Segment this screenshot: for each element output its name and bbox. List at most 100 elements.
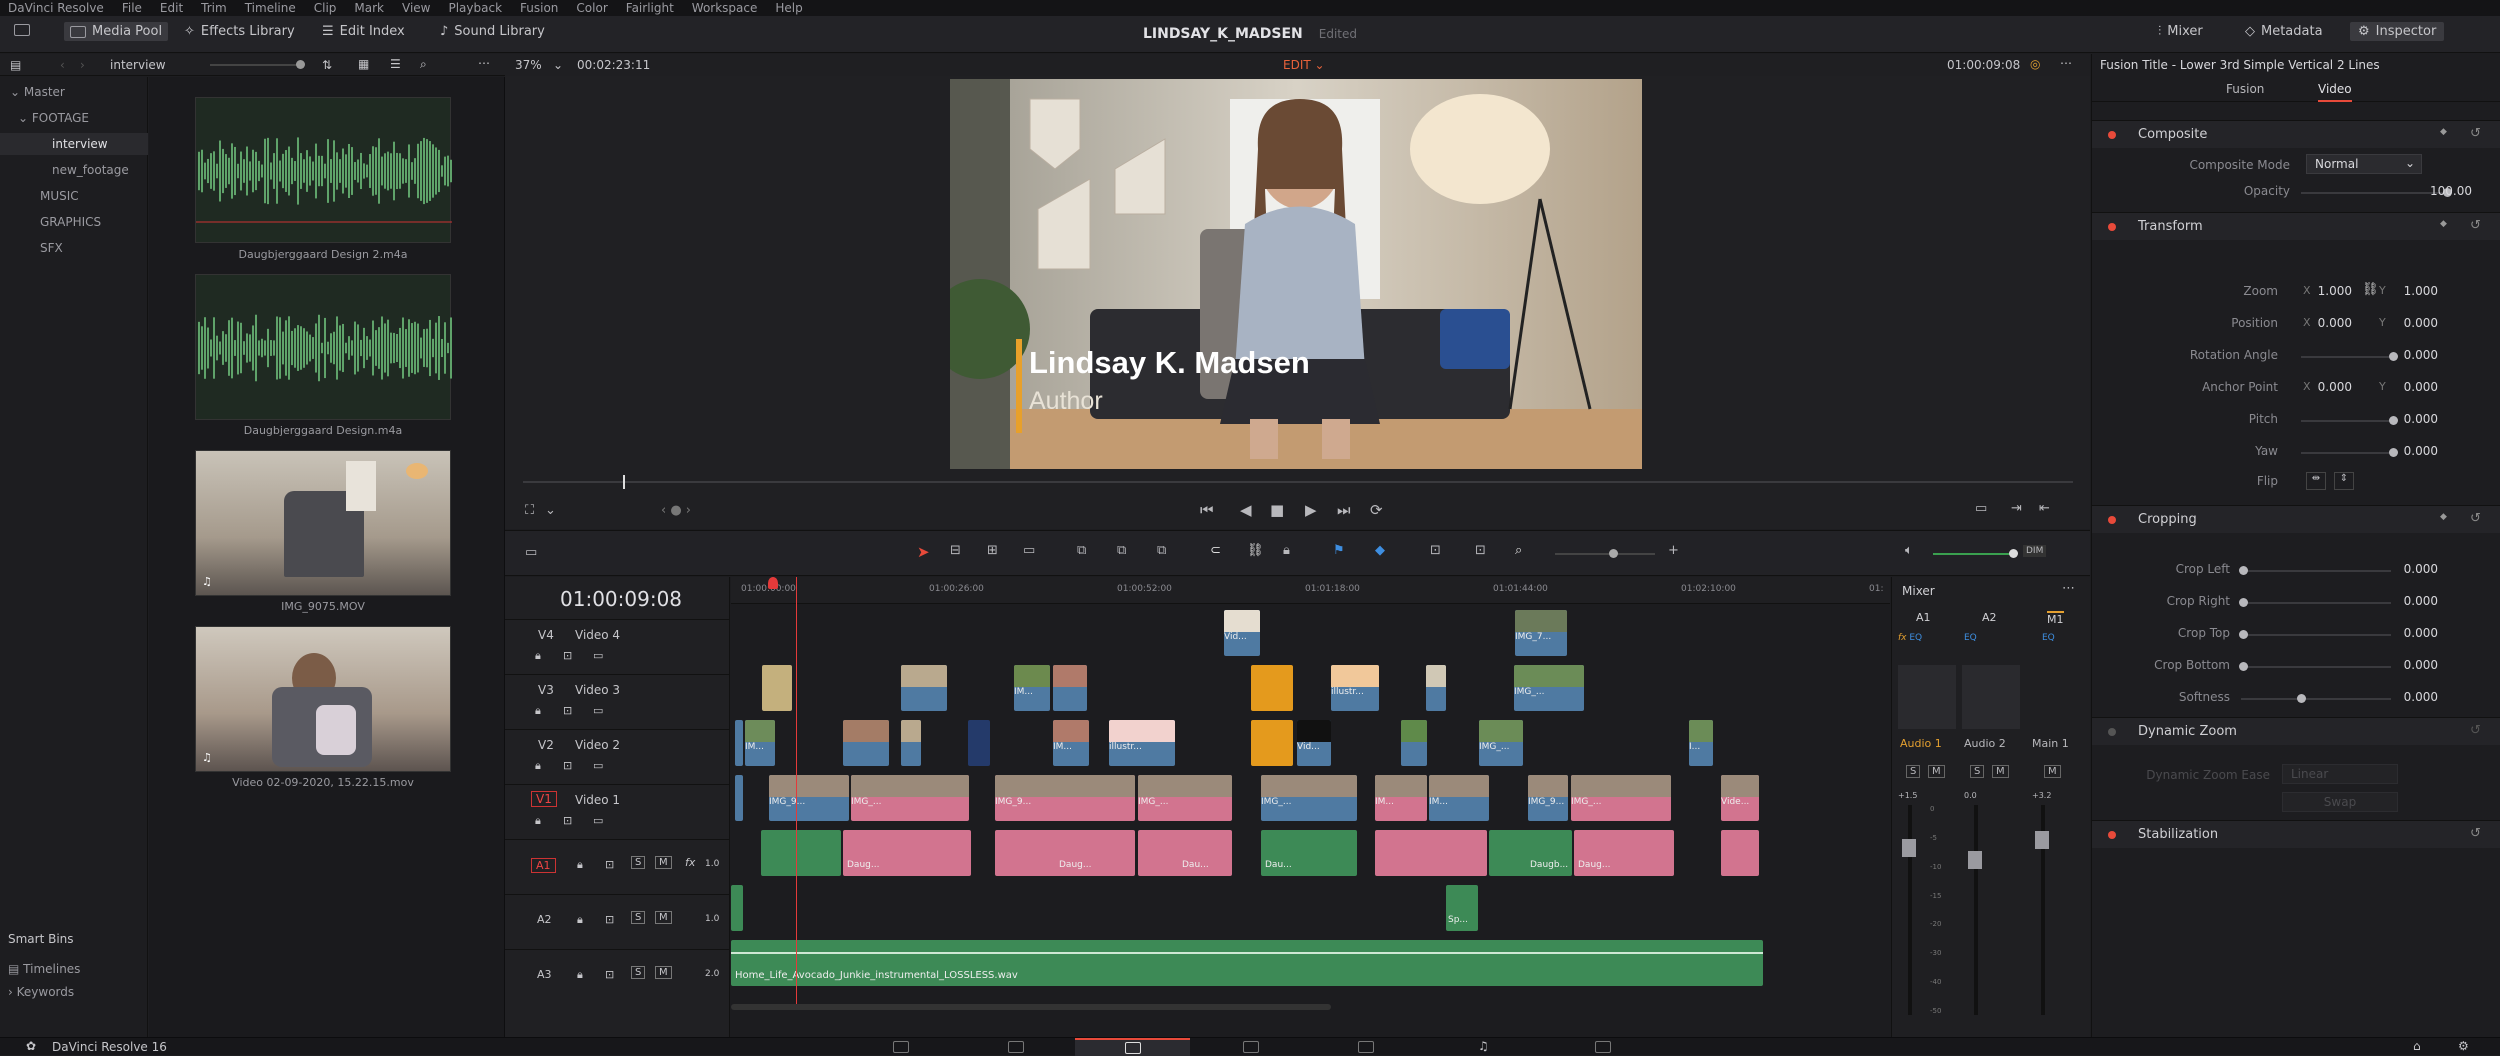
bin-music[interactable]: MUSIC xyxy=(40,189,79,203)
chevron-down-icon[interactable]: ⌄ xyxy=(545,503,556,518)
overwrite-clip-icon[interactable]: ⧉ xyxy=(1117,543,1126,558)
timeline-clip[interactable]: IMG_9... xyxy=(995,775,1135,821)
keyframe-icon[interactable]: ◆ xyxy=(2440,512,2447,522)
crop-bottom-value[interactable]: 0.000 xyxy=(2392,658,2438,672)
menu-clip[interactable]: Clip xyxy=(314,1,337,15)
zoom-custom-icon[interactable]: ⌕ xyxy=(1515,543,1522,558)
bin-sfx[interactable]: SFX xyxy=(40,241,63,255)
enable-toggle[interactable] xyxy=(2108,728,2116,736)
bin-graphics[interactable]: GRAPHICS xyxy=(40,215,101,229)
crop-top-slider[interactable] xyxy=(2239,630,2391,639)
audio-clip[interactable]: Dau... xyxy=(1261,830,1357,876)
flag-icon[interactable]: ⚑ xyxy=(1333,543,1345,558)
search-icon[interactable]: ⌕ xyxy=(420,57,427,72)
menu-fairlight[interactable]: Fairlight xyxy=(626,1,674,15)
sort-icon[interactable]: ⇅ xyxy=(322,58,332,72)
timeline-clip[interactable]: IM... xyxy=(1053,720,1089,766)
timeline-clip[interactable] xyxy=(1426,665,1446,711)
clip-thumbnail[interactable]: ♫ xyxy=(195,626,451,772)
yaw-slider[interactable] xyxy=(2301,448,2398,457)
keyframe-icon[interactable]: ◆ xyxy=(2440,127,2447,137)
options-icon[interactable]: ⋯ xyxy=(478,56,490,70)
disable-track-icon[interactable]: ▭ xyxy=(593,649,603,662)
auto-select-icon[interactable]: ⊡ xyxy=(605,858,614,871)
reset-icon[interactable]: ↺ xyxy=(2470,126,2481,141)
mute-button[interactable]: M xyxy=(655,966,672,979)
solo-button[interactable]: S xyxy=(1970,765,1985,778)
timeline-clip[interactable] xyxy=(1251,665,1293,711)
menu-help[interactable]: Help xyxy=(775,1,802,15)
smart-bin-keywords[interactable]: › Keywords xyxy=(8,985,74,999)
link-icon[interactable]: ⛓ xyxy=(2362,282,2379,297)
audio-clip[interactable]: Daug... xyxy=(1574,830,1674,876)
menu-workspace[interactable]: Workspace xyxy=(692,1,758,15)
crop-left-slider[interactable] xyxy=(2239,566,2391,575)
opacity-value[interactable]: 100.00 xyxy=(2392,184,2472,198)
auto-select-icon[interactable]: ⊡ xyxy=(605,968,614,981)
prev-edit-icon[interactable]: ⇤ xyxy=(2039,501,2050,516)
lock-icon[interactable]: 🔒︎ xyxy=(535,704,541,718)
fairlight-page-icon[interactable]: ♫ xyxy=(1478,1039,1489,1053)
position-x-value[interactable]: 0.000 xyxy=(2306,316,2352,330)
bin-master[interactable]: ⌄ Master xyxy=(10,85,65,99)
disable-track-icon[interactable]: ▭ xyxy=(593,704,603,717)
audio-clip[interactable]: Daugb... xyxy=(1528,830,1572,876)
jog-control[interactable]: ‹ ● › xyxy=(661,503,691,518)
audio-clip[interactable]: Daug... xyxy=(995,830,1135,876)
cut-page-icon[interactable] xyxy=(1008,1041,1024,1053)
zoom-in-icon[interactable]: + xyxy=(1668,543,1679,558)
enable-toggle[interactable] xyxy=(2108,516,2116,524)
auto-select-icon[interactable]: ⊡ xyxy=(563,649,572,662)
thumbnail-size-slider[interactable] xyxy=(210,60,305,69)
timeline-clip[interactable] xyxy=(762,665,792,711)
lock-icon[interactable]: 🔒︎ xyxy=(535,649,541,663)
color-page-icon[interactable] xyxy=(1358,1041,1374,1053)
options-icon[interactable]: ⋯ xyxy=(2060,56,2072,70)
crop-tool-icon[interactable]: ⛶ xyxy=(525,503,534,518)
grid-view-icon[interactable]: ▦ xyxy=(358,57,369,71)
disable-track-icon[interactable]: ▭ xyxy=(593,814,603,827)
audio-clip[interactable]: Sp... xyxy=(1446,885,1478,931)
home-icon[interactable]: ⌂ xyxy=(2413,1039,2421,1053)
play-reverse-icon[interactable]: ◀ xyxy=(1240,501,1252,519)
menu-file[interactable]: File xyxy=(122,1,142,15)
position-y-value[interactable]: 0.000 xyxy=(2382,316,2438,330)
timeline-view-icon[interactable]: ▭ xyxy=(525,545,537,560)
play-icon[interactable]: ▶ xyxy=(1305,501,1317,519)
loop-icon[interactable]: ⟳ xyxy=(1370,501,1383,519)
reset-icon[interactable]: ↺ xyxy=(2470,723,2481,738)
solo-button[interactable]: S xyxy=(1906,765,1921,778)
timeline-clip[interactable] xyxy=(901,720,921,766)
viewer-mode[interactable]: EDIT ⌄ xyxy=(1283,58,1325,72)
timeline-clip[interactable] xyxy=(968,720,990,766)
audio-clip[interactable] xyxy=(1375,830,1487,876)
deliver-page-icon[interactable] xyxy=(1595,1041,1611,1053)
clip-thumbnail[interactable] xyxy=(195,274,452,420)
timeline-ruler[interactable]: 01:00:00:00 01:00:26:00 01:00:52:00 01:0… xyxy=(731,577,1890,604)
nav-back-icon[interactable]: ‹ xyxy=(60,58,65,72)
timeline-clip[interactable] xyxy=(735,775,743,821)
timeline-clip[interactable]: IMG_9... xyxy=(1528,775,1568,821)
zoom-full-icon[interactable]: ⊡ xyxy=(1430,543,1441,558)
disable-track-icon[interactable]: ▭ xyxy=(593,759,603,772)
crop-top-value[interactable]: 0.000 xyxy=(2392,626,2438,640)
dynamic-trim-icon[interactable]: ⊞ xyxy=(987,543,998,558)
auto-select-icon[interactable]: ⊡ xyxy=(563,704,572,717)
menu-timeline[interactable]: Timeline xyxy=(245,1,296,15)
scrubber[interactable] xyxy=(523,475,2073,489)
menu-view[interactable]: View xyxy=(402,1,430,15)
enable-toggle[interactable] xyxy=(2108,223,2116,231)
menu-edit[interactable]: Edit xyxy=(160,1,183,15)
lock-icon[interactable]: 🔒︎ xyxy=(577,968,583,982)
timeline-clip[interactable] xyxy=(1251,720,1293,766)
audio-clip[interactable] xyxy=(731,885,743,931)
crop-left-value[interactable]: 0.000 xyxy=(2392,562,2438,576)
crop-right-value[interactable]: 0.000 xyxy=(2392,594,2438,608)
timeline-clip[interactable]: I... xyxy=(1689,720,1713,766)
go-to-start-icon[interactable]: ⏮ xyxy=(1200,501,1214,519)
timeline-zoom-slider[interactable] xyxy=(1555,549,1655,558)
insert-clip-icon[interactable]: ⧉ xyxy=(1077,543,1086,558)
reset-icon[interactable]: ↺ xyxy=(2470,218,2481,233)
menu-fusion[interactable]: Fusion xyxy=(520,1,558,15)
timeline-clip[interactable] xyxy=(901,665,947,711)
